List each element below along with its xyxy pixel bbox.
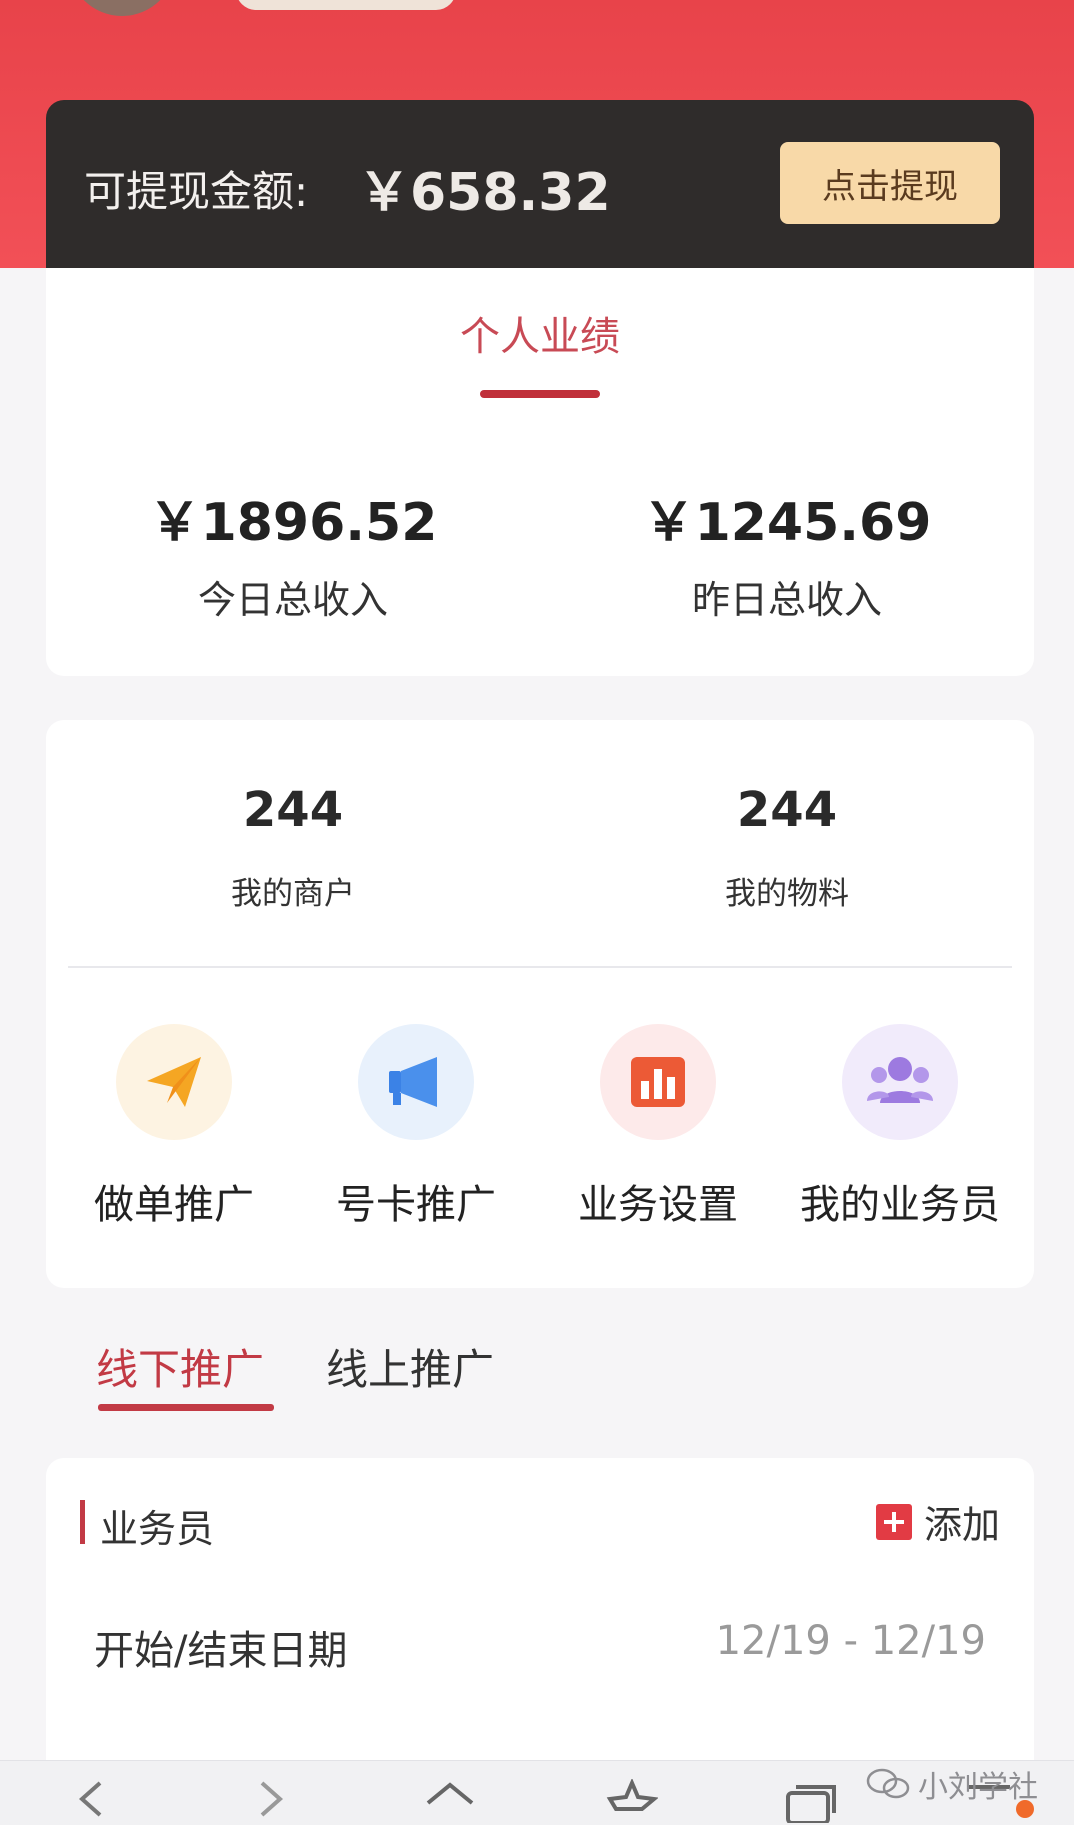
wechat-icon: [866, 1768, 910, 1799]
tab-active-underline: [98, 1404, 274, 1411]
materials-label: 我的物料: [725, 876, 849, 912]
action-my-salespeople[interactable]: 我的业务员: [780, 1024, 1020, 1230]
watermark-text: 小刘学社: [918, 1770, 1038, 1805]
counts-card: 244 我的商户 244 我的物料 做单推广 号卡推广 业务设置 我的业务员: [46, 720, 1034, 1288]
user-name-pill[interactable]: [236, 0, 456, 10]
paper-plane-icon: [116, 1024, 232, 1140]
yesterday-income-label: 昨日总收入: [691, 578, 882, 622]
back-arrow-icon[interactable]: [72, 1779, 108, 1819]
home-icon[interactable]: [422, 1779, 478, 1819]
watermark: 小刘学社: [866, 1762, 1038, 1806]
tabs-icon[interactable]: [782, 1779, 838, 1823]
today-income: ￥1896.52 今日总收入: [46, 480, 540, 624]
withdraw-button[interactable]: 点击提现: [780, 142, 1000, 224]
balance-label: 可提现金额:: [84, 167, 309, 216]
action-business-settings-label: 业务设置: [578, 1182, 738, 1228]
balance-amount: ￥658.32: [358, 163, 611, 223]
section-marker: [80, 1500, 85, 1544]
date-range-value[interactable]: 12/19 - 12/19: [716, 1618, 986, 1664]
tab-online-promotion[interactable]: 线上推广: [326, 1336, 494, 1397]
add-salesperson-button[interactable]: 添加: [875, 1494, 1000, 1549]
tab-offline-promotion[interactable]: 线下推广: [96, 1336, 264, 1397]
bar-chart-icon: [600, 1024, 716, 1140]
merchants-count: 244: [242, 782, 344, 838]
action-business-settings[interactable]: 业务设置: [538, 1024, 778, 1230]
action-order-promotion[interactable]: 做单推广: [54, 1024, 294, 1230]
merchants-label: 我的商户: [231, 876, 355, 912]
action-order-promotion-label: 做单推广: [94, 1182, 254, 1228]
action-card-promotion[interactable]: 号卡推广: [296, 1024, 536, 1230]
my-materials[interactable]: 244 我的物料: [540, 782, 1034, 913]
notification-dot: [1016, 1800, 1034, 1818]
performance-card: 个人业绩 ￥1896.52 今日总收入 ￥1245.69 昨日总收入: [46, 268, 1034, 676]
salesperson-title: 业务员: [100, 1507, 215, 1551]
my-merchants[interactable]: 244 我的商户: [46, 782, 540, 913]
megaphone-icon: [358, 1024, 474, 1140]
performance-title[interactable]: 个人业绩: [46, 304, 1034, 362]
action-grid: 做单推广 号卡推广 业务设置 我的业务员: [46, 1024, 1034, 1228]
plus-icon: [875, 1503, 912, 1540]
group-icon: [842, 1024, 958, 1140]
yesterday-income: ￥1245.69 昨日总收入: [540, 480, 1034, 624]
action-my-salespeople-label: 我的业务员: [800, 1182, 1000, 1228]
performance-title-underline: [480, 390, 600, 398]
add-label: 添加: [923, 1503, 1000, 1547]
forward-arrow-icon[interactable]: [254, 1779, 290, 1819]
action-card-promotion-label: 号卡推广: [336, 1182, 496, 1228]
star-icon[interactable]: [606, 1779, 658, 1823]
date-range-label: 开始/结束日期: [94, 1628, 348, 1674]
today-income-value: ￥1896.52: [148, 493, 438, 553]
balance-bar: 可提现金额: ￥658.32 点击提现: [46, 100, 1034, 268]
today-income-label: 今日总收入: [197, 578, 388, 622]
yesterday-income-value: ￥1245.69: [642, 493, 932, 553]
materials-count: 244: [736, 782, 838, 838]
divider: [68, 966, 1012, 968]
